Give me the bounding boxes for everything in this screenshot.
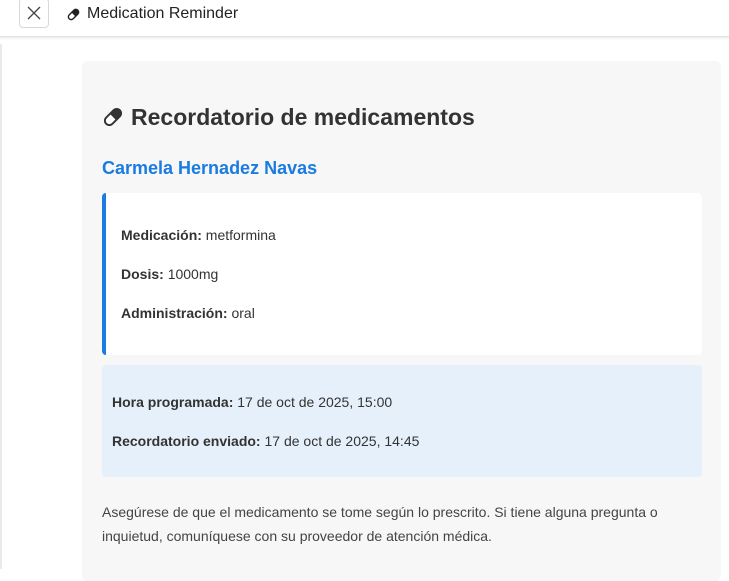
pill-icon <box>67 8 80 20</box>
window-title: Medication Reminder <box>66 4 238 24</box>
close-icon <box>27 6 41 20</box>
page-title: Recordatorio de medicamentos <box>102 102 475 132</box>
medication-row: Medicación: metformina <box>121 226 276 244</box>
scheduled-row: Hora programada: 17 de oct de 2025, 15:0… <box>112 393 392 411</box>
medication-value: metformina <box>205 227 276 243</box>
dose-value: 1000mg <box>167 266 219 282</box>
divider <box>0 44 2 569</box>
sent-row: Recordatorio enviado: 17 de oct de 2025,… <box>112 432 419 450</box>
pill-icon <box>103 107 123 127</box>
title-bar: Medication Reminder <box>0 0 729 37</box>
close-button[interactable] <box>19 0 49 28</box>
patient-name: Carmela Hernadez Navas <box>102 158 318 178</box>
instructions-text: Asegúrese de que el medicamento se tome … <box>102 504 658 544</box>
scheduled-label: Hora programada: <box>112 394 234 410</box>
medication-label: Medicación: <box>121 227 202 243</box>
page-title-text: Recordatorio de medicamentos <box>131 104 475 130</box>
scheduled-value: 17 de oct de 2025, 15:00 <box>237 394 393 410</box>
route-row: Administración: oral <box>121 304 255 322</box>
dose-label: Dosis: <box>121 266 164 282</box>
sent-label: Recordatorio enviado: <box>112 433 261 449</box>
dose-row: Dosis: 1000mg <box>121 265 218 283</box>
sent-value: 17 de oct de 2025, 14:45 <box>264 433 420 449</box>
route-label: Administración: <box>121 305 228 321</box>
schedule-details <box>102 365 702 477</box>
window-title-text: Medication Reminder <box>87 5 239 22</box>
route-value: oral <box>231 305 255 321</box>
